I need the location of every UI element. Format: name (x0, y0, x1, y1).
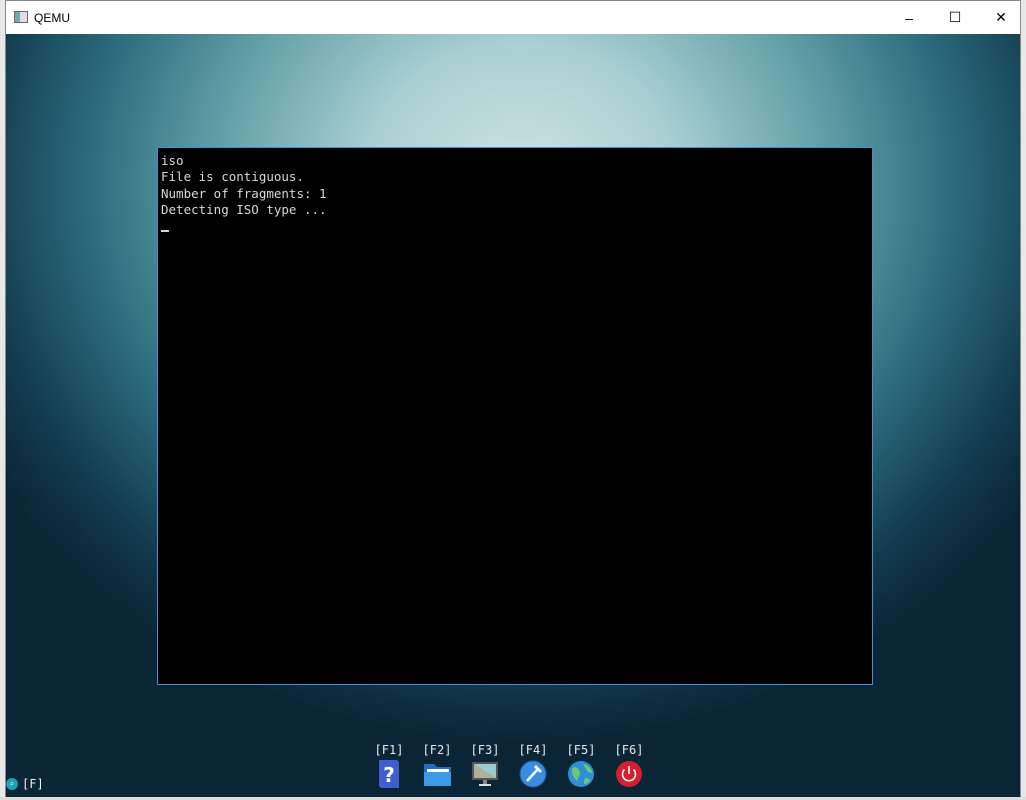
console-terminal[interactable]: iso File is contiguous. Number of fragme… (157, 147, 873, 685)
dock-key-label: [F6] (614, 743, 644, 757)
svg-text:?: ? (383, 763, 395, 787)
minimize-button[interactable]: – (886, 1, 932, 34)
maximize-button[interactable]: ☐ (932, 1, 978, 34)
qemu-app-icon (14, 11, 28, 23)
dock-key-label: [F1] (374, 743, 404, 757)
power-icon (615, 760, 643, 788)
function-key-dock: [F1] ? [F2] [F3] [F4] [F5] [F6] (372, 743, 646, 788)
hammer-icon (519, 760, 547, 788)
text-cursor (161, 230, 169, 233)
dock-key-label: [F5] (566, 743, 596, 757)
terminal-line: Number of fragments: 1 (161, 185, 327, 201)
terminal-line: File is contiguous. (161, 169, 304, 185)
globe-icon (567, 760, 595, 788)
monitor-icon (471, 760, 499, 788)
dock-item-f1-help[interactable]: [F1] ? (372, 743, 406, 788)
qemu-window: QEMU – ☐ ✕ iso File is contiguous. Numbe… (5, 0, 1021, 797)
dock-key-label: [F2] (422, 743, 452, 757)
close-button[interactable]: ✕ (978, 1, 1024, 34)
help-icon: ? (375, 760, 403, 788)
vm-display[interactable]: iso File is contiguous. Number of fragme… (6, 34, 1020, 797)
dock-item-f4-tools[interactable]: [F4] (516, 743, 550, 788)
dock-item-f3-display[interactable]: [F3] (468, 743, 502, 788)
terminal-line: Detecting ISO type ... (161, 201, 327, 217)
dock-item-f5-network[interactable]: [F5] (564, 743, 598, 788)
folder-icon (423, 760, 451, 788)
status-key-label: [F] (22, 777, 44, 791)
dock-key-label: [F4] (518, 743, 548, 757)
search-icon[interactable]: ⌕ (6, 778, 18, 790)
dock-item-f6-power[interactable]: [F6] (612, 743, 646, 788)
dock-key-label: [F3] (470, 743, 500, 757)
terminal-line: iso (161, 153, 184, 168)
title-bar[interactable]: QEMU – ☐ ✕ (6, 1, 1020, 34)
status-area: ⌕ [F] (6, 777, 44, 791)
dock-item-f2-files[interactable]: [F2] (420, 743, 454, 788)
window-title: QEMU (34, 11, 70, 25)
